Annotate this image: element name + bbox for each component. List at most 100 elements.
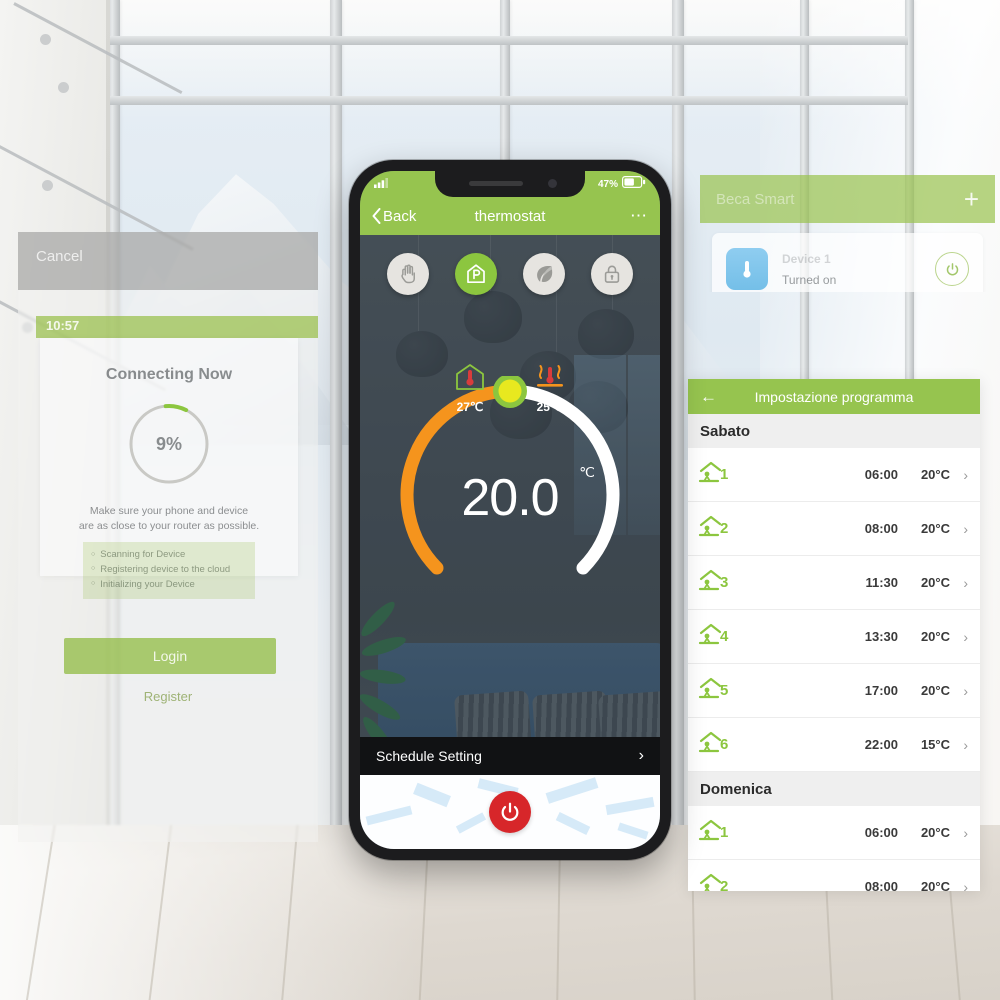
schedule-row-temperature: 20°C [920,879,950,891]
power-icon[interactable] [935,252,969,286]
svg-text:5: 5 [720,682,728,699]
mode-buttons [360,253,660,295]
connecting-steps: Scanning for Device Registering device t… [83,542,255,599]
floor-temperature-readout: 25℃ [522,362,578,414]
schedule-row-time: 13:30 [864,629,898,644]
leaf-icon [537,265,553,283]
schedule-list[interactable]: Sabato 1 06:00 20°C › 2 08:00 20°C › 3 11:30 20°C › 4… [688,414,980,891]
schedule-row-time: 08:00 [864,521,898,536]
smartphone-mockup: 47% Back thermostat ⋯ 20.0 ℃ 27℃ 25℃ Sch… [349,160,671,860]
schedule-row-temperature: 20°C [920,629,950,644]
progress-percent: 9% [155,433,182,454]
rail-fitting [42,180,53,191]
hand-icon [401,264,415,284]
connecting-hint-line2: are as close to your router as possible. [78,520,260,533]
schedule-day-header: Sabato [688,414,980,448]
svg-text:1: 1 [720,824,728,841]
house-program-icon [467,264,485,284]
schedule-row[interactable]: 6 22:00 15°C › [688,718,980,772]
ice-shard [545,777,599,804]
schedule-setting-label: Schedule Setting [376,748,482,764]
device-card-texts: Device 1 Turned on [782,252,935,287]
window-mullion [330,0,342,880]
mode-button-manual[interactable] [387,253,429,295]
battery-percent: 47% [597,178,618,190]
arrow-left-icon[interactable]: ← [700,387,726,407]
cancel-button[interactable]: Cancel [36,248,83,265]
signal-bars-icon [374,175,390,193]
chevron-right-icon: › [963,736,968,753]
chevron-right-icon: › [963,466,968,483]
device-state: Turned on [782,272,837,287]
connecting-title: Connecting Now [105,366,233,383]
floor-heating-icon [537,365,563,387]
svg-text:6: 6 [720,736,728,753]
schedule-day-header: Domenica [688,772,980,806]
schedule-row[interactable]: 5 17:00 20°C › [688,664,980,718]
mode-button-lock[interactable] [591,253,633,295]
schedule-row-temperature: 20°C [920,825,950,840]
schedule-row[interactable]: 1 06:00 20°C › [688,448,980,502]
window-mullion [672,0,684,880]
schedule-row-time: 17:00 [864,683,898,698]
schedule-slot-icon: 1 [698,457,742,492]
register-link[interactable]: Register [18,689,318,704]
schedule-row-time: 06:00 [864,825,898,840]
connecting-step: Initializing your Device [91,578,247,593]
schedule-slot-icon: 2 [698,511,742,546]
more-dots-icon[interactable]: ⋯ [630,206,648,226]
dial-temperature-unit: ℃ [579,464,595,480]
chevron-right-icon: › [963,574,968,591]
schedule-row[interactable]: 1 06:00 20°C › [688,806,980,860]
ice-shard [455,812,487,834]
connecting-hint: Make sure your phone and device are as c… [40,504,298,534]
svg-text:4: 4 [720,628,729,645]
power-footer [360,775,660,849]
left-panel-statusbar: 10:57 [36,316,318,338]
schedule-row-temperature: 20°C [920,467,950,482]
phone-navbar: Back thermostat ⋯ [360,197,660,235]
schedule-slot-icon: 5 [698,673,742,708]
device-list-panel: Beca Smart + Device 1 Turned on [700,175,995,292]
schedule-row[interactable]: 4 13:30 20°C › [688,610,980,664]
device-card[interactable]: Device 1 Turned on [712,233,983,292]
mode-button-program[interactable] [455,253,497,295]
power-icon [501,802,519,821]
house-thermometer-icon [456,364,484,390]
power-button[interactable] [489,791,531,833]
room-temperature-readout: 27℃ [442,362,498,414]
schedule-slot-icon: 6 [698,727,742,762]
svg-text:2: 2 [720,520,728,537]
floor-light-wash [0,825,430,1000]
device-name: Device 1 [782,251,831,266]
schedule-row[interactable]: 2 08:00 20°C › [688,860,980,891]
rail-fitting [40,34,51,45]
chevron-right-icon: › [963,682,968,699]
chevron-right-icon: › [963,824,968,841]
phone-screen: 47% Back thermostat ⋯ 20.0 ℃ 27℃ 25℃ Sch… [360,171,660,849]
status-bar-right: 47% [598,175,646,193]
schedule-panel-title: Impostazione programma [754,388,914,405]
chevron-right-icon: › [963,628,968,645]
chevron-right-icon: › [638,747,644,764]
schedule-row-temperature: 20°C [920,521,950,536]
schedule-setting-bar[interactable]: Schedule Setting › [360,737,660,775]
svg-text:2: 2 [720,878,728,891]
schedule-row[interactable]: 3 11:30 20°C › [688,556,980,610]
status-time: 10:57 [46,318,80,333]
plus-icon[interactable]: + [964,186,979,212]
phone-notch [435,171,585,197]
ice-shard [605,796,655,816]
schedule-row-time: 22:00 [864,737,898,752]
schedule-settings-panel: ← Impostazione programma Sabato 1 06:00 20°… [688,379,980,891]
mode-button-eco[interactable] [523,253,565,295]
schedule-row-temperature: 20°C [920,683,950,698]
svg-text:3: 3 [720,574,728,591]
login-button[interactable]: Login [64,638,276,674]
page-title: thermostat [474,207,546,225]
schedule-row[interactable]: 2 08:00 20°C › [688,502,980,556]
window-transom [108,96,908,105]
schedule-row-time: 11:30 [865,575,898,590]
rail-fitting [58,82,69,93]
ice-shard [617,822,649,840]
